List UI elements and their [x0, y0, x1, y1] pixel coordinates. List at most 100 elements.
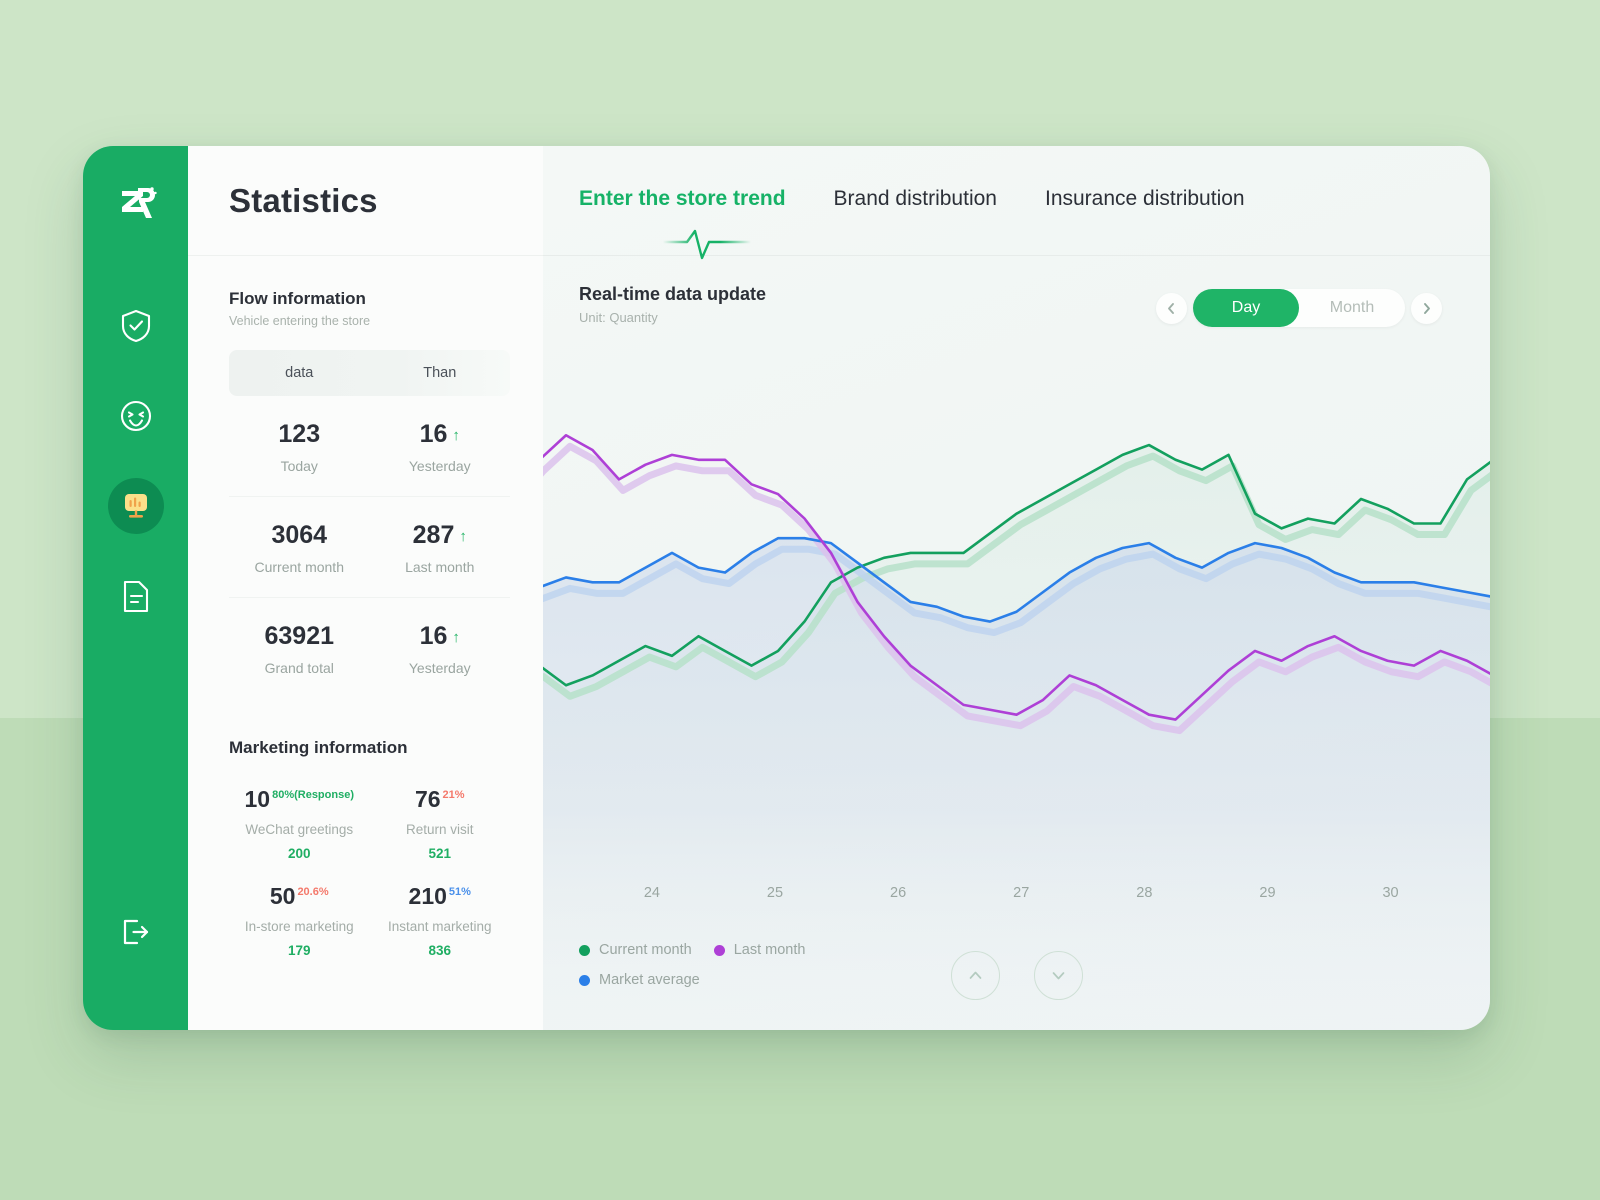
flow-cell-value: 3064 Current month: [229, 497, 370, 597]
tab-enter-the-store-trend[interactable]: Enter the store trend: [579, 187, 786, 215]
marketing-number: 76: [414, 786, 441, 812]
statistics-panel-header: Statistics: [188, 146, 543, 256]
flow-information-section: Flow information Vehicle entering the st…: [229, 289, 510, 698]
flow-cell-value: 63921 Grand total: [229, 598, 370, 698]
marketing-superscript: 51%: [448, 886, 471, 899]
legend-item-current-month[interactable]: Current month: [579, 942, 692, 958]
marketing-subvalue: 836: [428, 943, 452, 958]
sidebar-logout-button[interactable]: [108, 904, 164, 960]
monitor-chart-icon: [124, 494, 147, 518]
flow-value-label: Today: [280, 458, 318, 474]
marketing-label: Return visit: [405, 822, 474, 837]
flow-compare-value: 287: [412, 521, 455, 549]
marketing-number: 50: [269, 883, 296, 909]
chart-scroll-down-button[interactable]: [1033, 951, 1083, 1000]
flow-compare-label: Yesterday: [408, 458, 471, 474]
flow-value: 3064: [271, 521, 328, 549]
chart-x-axis: 24 25 26 27 28 29 30: [543, 885, 1490, 907]
marketing-item: 76 21% Return visit 521: [370, 778, 511, 875]
marketing-superscript: 21%: [442, 789, 465, 802]
logout-icon: [123, 919, 148, 945]
legend-row: Market average: [579, 972, 829, 988]
statistics-panel: Statistics Flow information Vehicle ente…: [188, 146, 543, 1030]
sidebar-item-verification[interactable]: [108, 298, 164, 354]
marketing-item: 50 20.6% In-store marketing 179: [229, 875, 370, 972]
marketing-grid: 10 80%(Response) WeChat greetings 200 76 2…: [229, 778, 510, 972]
sidebar-item-customers[interactable]: [108, 388, 164, 444]
legend-dot-current-month: [579, 944, 590, 956]
range-option-day[interactable]: Day: [1193, 289, 1299, 327]
chevron-up-icon: [969, 971, 981, 979]
flow-compare-value: 16: [419, 622, 448, 650]
trend-line-chart: [543, 325, 1490, 1030]
flow-table-row: 3064 Current month 287 ↑ Last month: [229, 497, 510, 598]
page-title: Statistics: [229, 181, 378, 219]
flow-value: 63921: [264, 622, 335, 650]
legend-label-current-month: Current month: [599, 942, 692, 958]
flow-compare-wrap: 16 ↑: [370, 624, 511, 649]
chevron-left-icon: [1168, 302, 1174, 314]
flow-section-title: Flow information: [229, 289, 366, 308]
marketing-number: 210: [408, 883, 447, 909]
smiley-icon: [120, 400, 151, 432]
range-control: Day Month: [1156, 289, 1442, 327]
marketing-superscript: 80%(Response): [272, 789, 354, 802]
subheader: Real-time data update Unit: Quantity Day…: [543, 256, 1490, 327]
range-next-button[interactable]: [1411, 292, 1442, 324]
marketing-subvalue: 521: [428, 846, 452, 861]
tab-brand-distribution[interactable]: Brand distribution: [834, 187, 997, 215]
marketing-label: In-store marketing: [244, 919, 354, 934]
chart-scroll-up-button[interactable]: [950, 951, 1000, 1000]
x-axis-tick: 27: [1013, 885, 1030, 901]
flow-compare-value: 16: [419, 420, 448, 448]
flow-compare-wrap: 16 ↑: [370, 422, 511, 447]
flow-column-than: Than: [423, 365, 457, 381]
x-axis-tick: 25: [766, 885, 784, 901]
x-axis-tick: 30: [1382, 885, 1399, 901]
flow-column-data: data: [285, 365, 314, 381]
trend-up-icon: ↑: [452, 629, 460, 646]
sidebar-item-statistics[interactable]: [107, 478, 164, 534]
flow-table-row: 123 Today 16 ↑ Yesterday: [229, 396, 510, 497]
tab-bar: Enter the store trend Brand distribution…: [543, 146, 1490, 260]
marketing-item: 10 80%(Response) WeChat greetings 200: [229, 778, 370, 875]
app-window: Statistics Flow information Vehicle ente…: [83, 146, 1490, 1030]
main-panel: Enter the store trend Brand distribution…: [543, 146, 1490, 1030]
flow-value-label: Current month: [254, 559, 344, 575]
shield-check-icon: [121, 309, 150, 343]
document-icon: [123, 580, 148, 612]
flow-cell-compare: 287 ↑ Last month: [370, 497, 511, 597]
x-axis-tick: 24: [643, 885, 660, 901]
marketing-information-section: Marketing information 10 80%(Response) We…: [229, 738, 510, 972]
flow-compare-wrap: 287 ↑: [370, 523, 511, 548]
marketing-item: 210 51% Instant marketing 836: [370, 875, 511, 972]
marketing-number-wrap: 76 21%: [370, 788, 511, 811]
marketing-number-wrap: 210 51%: [370, 885, 511, 908]
flow-cell-compare: 16 ↑ Yesterday: [370, 598, 511, 698]
chart-area: 24 25 26 27 28 29 30 Current month Last month: [543, 325, 1490, 1030]
sidebar: [83, 146, 188, 1030]
legend-item-market-average[interactable]: Market average: [579, 972, 700, 988]
flow-value-label: Grand total: [264, 660, 334, 676]
x-axis-tick: 26: [890, 885, 907, 901]
range-segmented-control: Day Month: [1193, 289, 1405, 327]
tab-insurance-distribution[interactable]: Insurance distribution: [1045, 187, 1245, 215]
app-logo-icon: [108, 176, 164, 232]
sidebar-item-reports[interactable]: [108, 568, 164, 624]
flow-compare-label: Yesterday: [408, 660, 471, 676]
marketing-label: Instant marketing: [387, 919, 492, 934]
range-option-month[interactable]: Month: [1299, 289, 1405, 327]
marketing-label: WeChat greetings: [245, 822, 354, 837]
marketing-number-wrap: 50 20.6%: [229, 885, 370, 908]
flow-table-row: 63921 Grand total 16 ↑ Yesterday: [229, 598, 510, 698]
flow-cell-compare: 16 ↑ Yesterday: [370, 396, 511, 496]
legend-item-last-month[interactable]: Last month: [713, 942, 805, 958]
flow-compare-label: Last month: [405, 559, 475, 575]
flow-cell-value: 123 Today: [229, 396, 370, 496]
legend-label-market-average: Market average: [599, 972, 700, 988]
x-axis-tick: 29: [1259, 885, 1276, 901]
legend-row: Current month Last month: [579, 942, 829, 958]
chevron-down-icon: [1052, 972, 1064, 980]
range-prev-button[interactable]: [1156, 292, 1187, 324]
flow-value: 123: [278, 420, 321, 448]
